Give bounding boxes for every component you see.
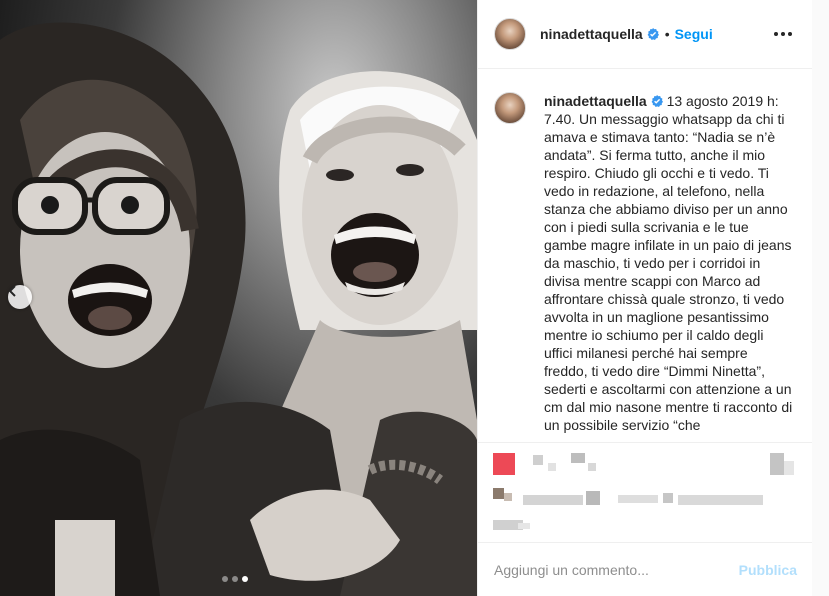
caption-username[interactable]: ninadettaquella [544, 93, 647, 109]
scrollbar[interactable] [812, 0, 829, 596]
carousel-dots [222, 576, 248, 582]
carousel-dot [222, 576, 228, 582]
pixel-block [663, 493, 673, 503]
carousel-dot-active [242, 576, 248, 582]
comment-bar: Pubblica [478, 542, 813, 596]
publish-button[interactable]: Pubblica [739, 562, 797, 578]
post-side-panel: ninadettaquella • Segui ninadettaquella … [477, 0, 813, 596]
avatar[interactable] [494, 18, 526, 50]
post-actions-area [478, 442, 813, 542]
header-separator: • [664, 26, 670, 42]
more-options-icon[interactable] [770, 28, 796, 40]
like-button[interactable] [493, 453, 515, 475]
pixel-block [588, 463, 596, 471]
carousel-dot [232, 576, 238, 582]
liker-avatar[interactable] [493, 488, 504, 499]
pixel-block [618, 495, 658, 503]
post-caption: ninadettaquella 13 agosto 2019 h: 7.40. … [478, 70, 813, 442]
pixel-block [504, 493, 512, 501]
pixel-block [784, 461, 794, 475]
pixel-block [586, 491, 600, 505]
post-header: ninadettaquella • Segui [478, 0, 812, 69]
comment-input[interactable] [494, 561, 739, 578]
pixel-block [518, 523, 530, 529]
chevron-left-icon [8, 285, 16, 297]
photo-image [0, 22, 477, 596]
verified-badge-icon [651, 95, 663, 107]
comment-button[interactable] [533, 455, 543, 465]
caption-text: ninadettaquella 13 agosto 2019 h: 7.40. … [544, 92, 795, 442]
verified-badge-icon [647, 28, 659, 40]
header-username[interactable]: ninadettaquella [540, 26, 643, 42]
save-button[interactable] [770, 453, 784, 475]
caption-body: 13 agosto 2019 h: 7.40. Un messaggio wha… [544, 93, 793, 433]
likes-text-obscured [523, 495, 583, 505]
pixel-block [548, 463, 556, 471]
carousel-prev-button[interactable] [8, 285, 32, 309]
share-button[interactable] [571, 453, 585, 463]
pixel-block [678, 495, 763, 505]
post-photo[interactable] [0, 0, 477, 596]
caption-avatar[interactable] [494, 92, 526, 124]
follow-button[interactable]: Segui [675, 26, 713, 42]
